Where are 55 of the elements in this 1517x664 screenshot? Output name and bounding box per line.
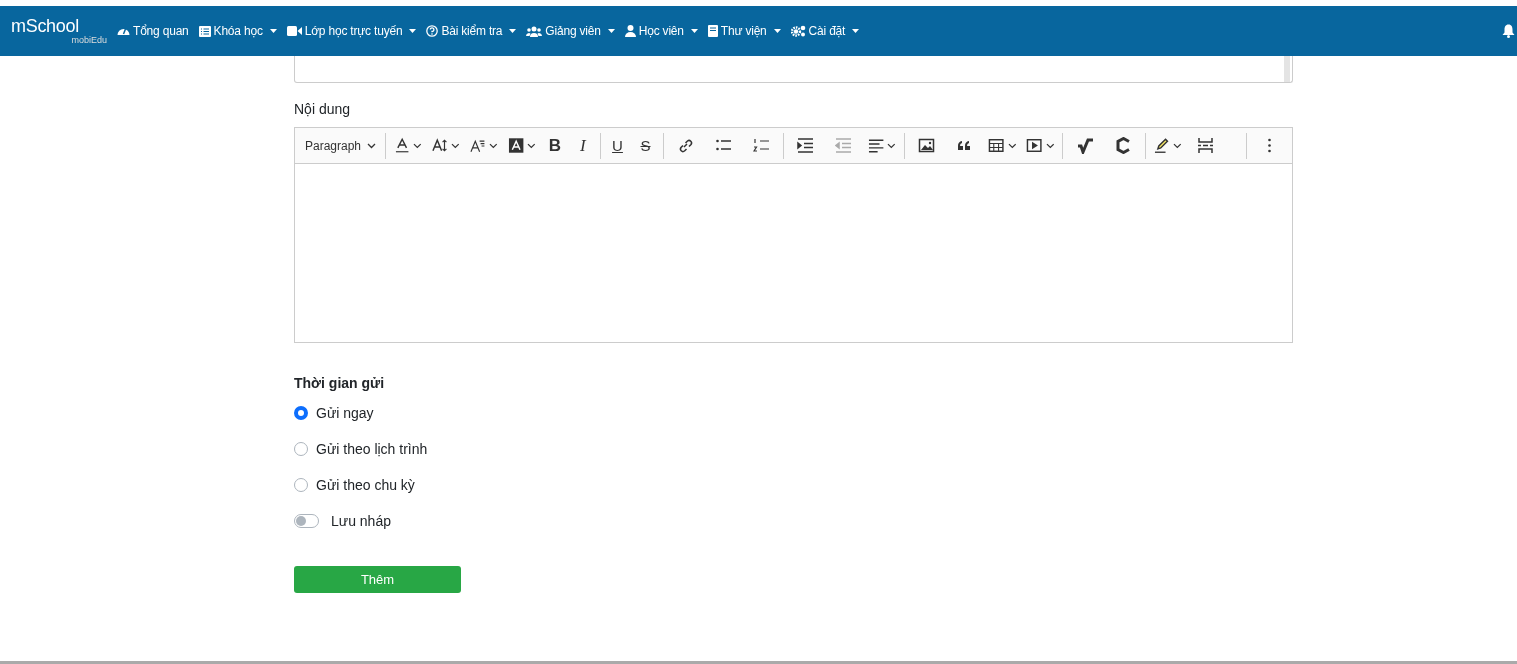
nav-menu-item[interactable]: Học viên — [624, 24, 698, 38]
font-bg-icon[interactable] — [507, 137, 525, 154]
chevron-icon[interactable] — [489, 142, 498, 149]
chevron-icon[interactable] — [1045, 142, 1055, 149]
nav-menu-item[interactable]: Thư viện — [707, 24, 781, 38]
add-button[interactable]: Thêm — [294, 566, 461, 593]
radio-label[interactable]: Gửi theo lịch trình — [316, 441, 428, 457]
section-title: Thời gian gửi — [294, 375, 386, 392]
toggle-label[interactable]: Lưu nháp — [331, 513, 391, 529]
chevron-icon[interactable] — [413, 142, 422, 149]
question-circle-icon — [426, 25, 439, 37]
chevron-icon[interactable] — [527, 142, 536, 149]
list-icon — [198, 25, 211, 37]
scrollbar[interactable] — [1284, 56, 1290, 82]
logo-name: mSchool — [11, 17, 80, 35]
chem-icon[interactable] — [1114, 137, 1132, 154]
chevron-icon[interactable] — [451, 142, 460, 149]
logo-subtitle: mobiEdu — [71, 35, 107, 45]
bold-button[interactable]: B — [540, 131, 569, 160]
logo[interactable]: mSchool mobiEdu — [11, 17, 109, 45]
font-family-icon[interactable] — [469, 137, 487, 154]
strike-button[interactable]: S — [631, 131, 660, 160]
bell-icon[interactable] — [1502, 24, 1515, 38]
italic-button[interactable]: I — [568, 131, 597, 160]
chevron-icon[interactable] — [1007, 142, 1017, 149]
users-icon — [526, 25, 543, 37]
media-icon[interactable] — [1026, 137, 1043, 154]
underline-button[interactable]: U — [603, 131, 632, 160]
nav-menu-item[interactable]: Giảng viên — [526, 24, 615, 38]
pagebreak-icon[interactable] — [1197, 137, 1215, 154]
chevron-icon[interactable] — [1172, 142, 1182, 149]
book-icon — [707, 25, 718, 37]
chevron-icon[interactable] — [887, 142, 896, 149]
radio-label[interactable]: Gửi ngay — [316, 405, 374, 421]
nav-menu-item[interactable]: Cài đặt — [790, 24, 860, 38]
nav-menu-item[interactable]: Khóa học — [198, 24, 277, 38]
radio-label[interactable]: Gửi theo chu kỳ — [316, 477, 415, 493]
nav-menu-item[interactable]: Tổng quan — [117, 24, 189, 38]
highlight-icon[interactable] — [1153, 137, 1170, 154]
field-label: Nội dung — [294, 101, 352, 118]
indent-icon[interactable] — [797, 137, 815, 154]
radio-button[interactable] — [294, 406, 308, 420]
table-icon[interactable] — [988, 137, 1005, 154]
gears-icon — [790, 25, 806, 37]
user-icon — [624, 25, 636, 37]
nav-menu-item[interactable]: Bài kiểm tra — [426, 24, 517, 38]
numbers-icon[interactable] — [752, 137, 770, 154]
paragraph-dropdown[interactable]: Paragraph — [299, 131, 383, 160]
font-size-icon[interactable] — [431, 137, 449, 154]
font-color-icon[interactable] — [393, 137, 411, 154]
math-icon[interactable] — [1076, 137, 1094, 154]
image-icon[interactable] — [917, 137, 935, 154]
video-camera-icon — [286, 26, 302, 36]
nav-menu-item[interactable]: Lớp học trực tuyến — [286, 24, 417, 38]
align-icon[interactable] — [867, 137, 885, 154]
